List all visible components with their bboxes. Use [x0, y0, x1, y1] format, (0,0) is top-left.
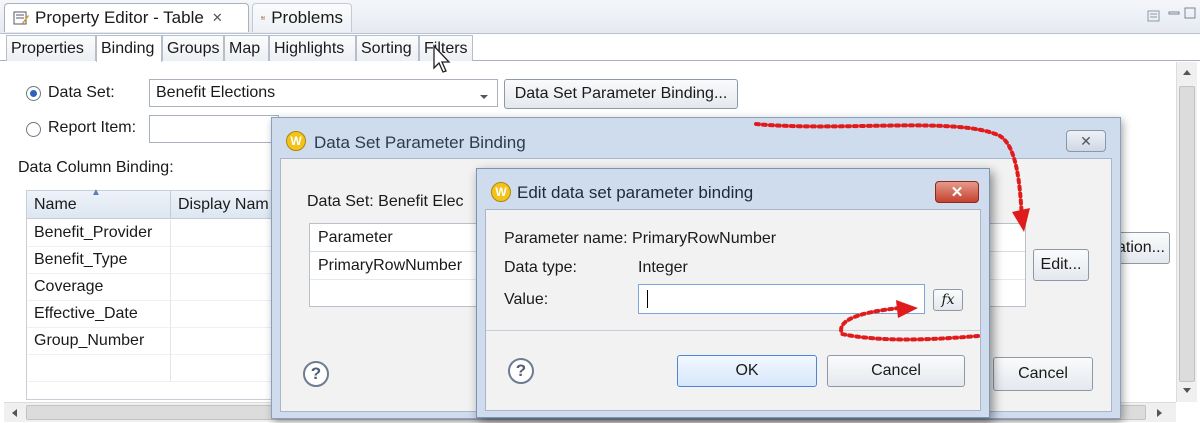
- arrow-path-to-edit: [754, 122, 1024, 222]
- arrowhead-icon: [896, 300, 918, 318]
- arrow-path-to-fx: [839, 306, 980, 342]
- arrowhead-icon: [1012, 208, 1030, 232]
- annotation-arrows: [754, 122, 1030, 342]
